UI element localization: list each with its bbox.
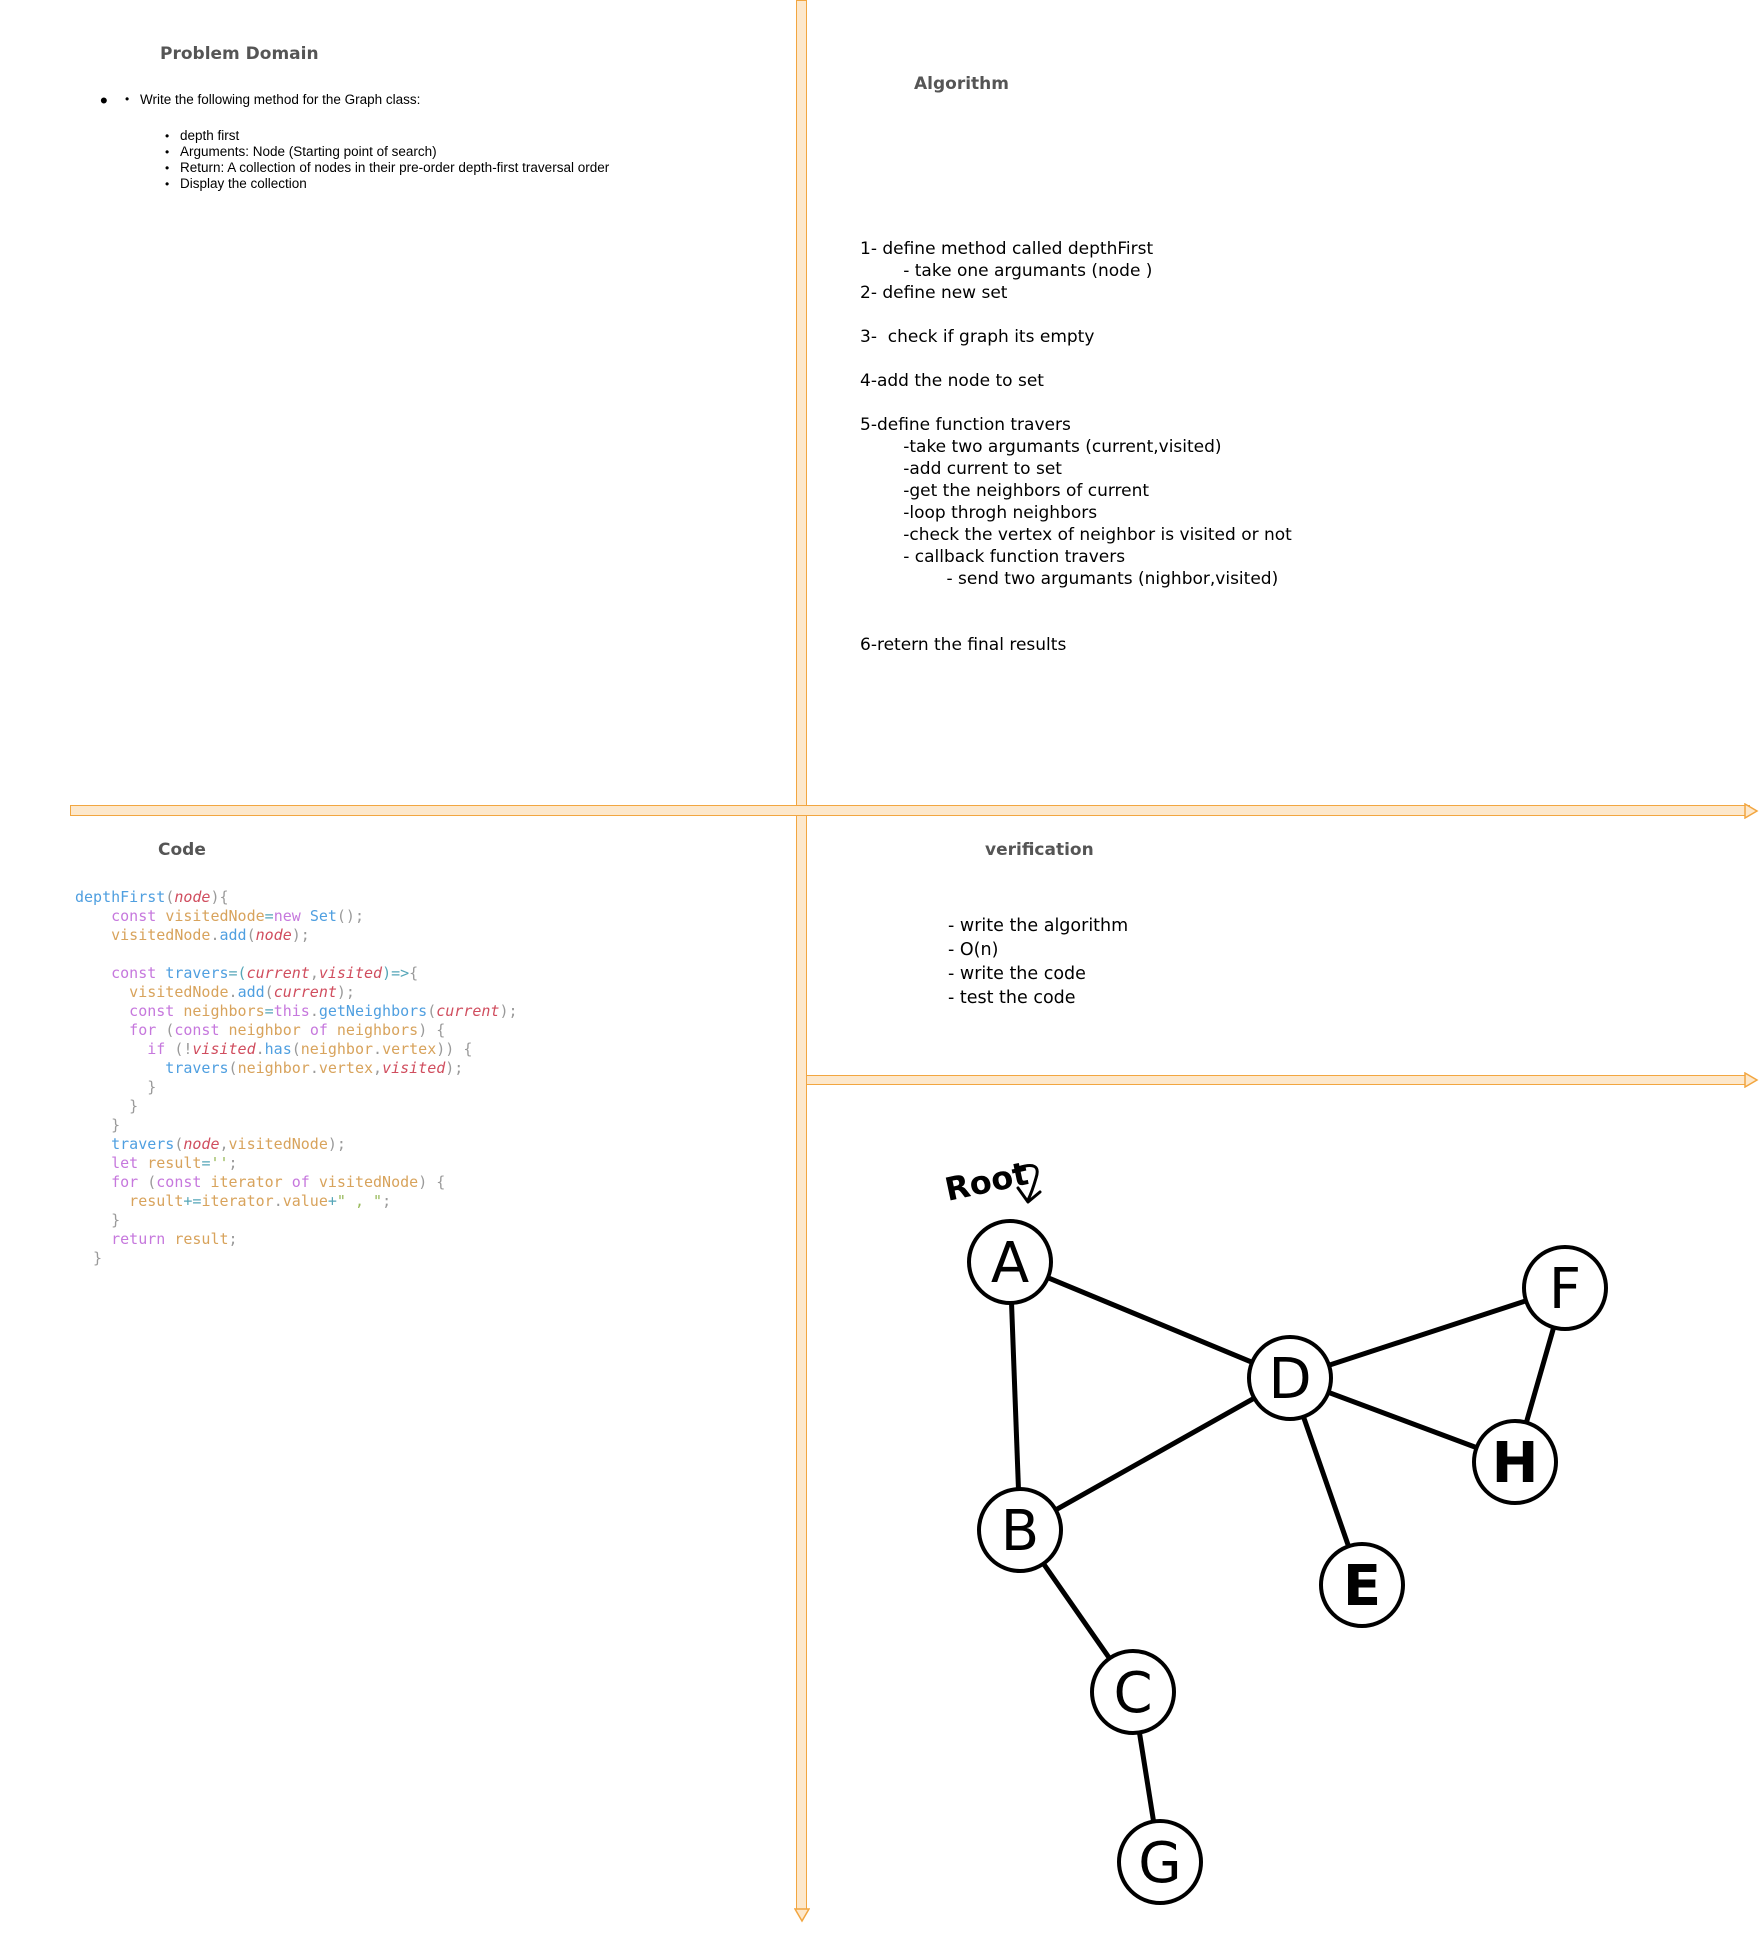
edge-D-F (1289, 1285, 1566, 1381)
node-label-H: H (1492, 1431, 1539, 1496)
node-label-D: D (1268, 1347, 1311, 1412)
node-label-F: F (1549, 1257, 1581, 1322)
edge-A-D (1009, 1259, 1291, 1381)
graph-diagram: A B C D E F G H Root (941, 1154, 1608, 1905)
edge-B-D (1018, 1375, 1292, 1533)
node-label-C: C (1113, 1661, 1152, 1726)
node-label-A: A (991, 1231, 1029, 1296)
node-label-B: B (1001, 1499, 1039, 1564)
node-label-G: G (1138, 1831, 1181, 1896)
node-label-E: E (1343, 1554, 1381, 1619)
root-label: Root (941, 1154, 1031, 1209)
